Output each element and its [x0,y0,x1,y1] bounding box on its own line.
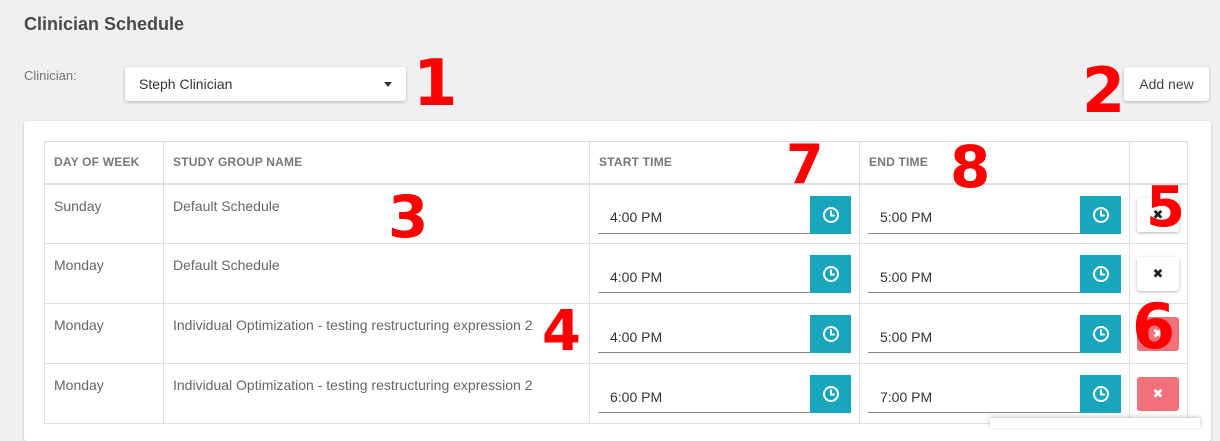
header-end-time[interactable]: END TIME [859,141,1130,185]
schedule-table: DAY OF WEEK STUDY GROUP NAME START TIME … [44,141,1188,424]
page-title: Clinician Schedule [24,14,185,34]
start-time-clock-button[interactable] [810,195,851,234]
clinician-label: Clinician: [24,68,77,83]
header-study-group-name[interactable]: STUDY GROUP NAME [163,141,590,185]
annotation-7: 7 [786,133,824,196]
clock-icon [1092,325,1110,343]
group-cell: Individual Optimization - testing restru… [163,363,590,424]
end-time-clock-button[interactable] [1080,255,1121,293]
delete-row-button[interactable]: ✖ [1137,257,1179,291]
study-group-name-text: Individual Optimization - testing restru… [173,377,533,393]
end-time-cell [859,243,1130,304]
start-time-input[interactable] [598,315,810,353]
day-cell: Sunday [44,183,164,244]
delete-row-button[interactable]: ✖ [1137,377,1179,411]
end-time-picker [868,255,1129,293]
end-time-clock-button[interactable] [1080,195,1121,234]
end-time-input[interactable] [868,195,1080,234]
day-cell: Monday [44,363,164,424]
table-row: Monday Individual Optimization - testing … [44,303,1188,364]
day-of-week-text: Monday [54,377,104,393]
study-group-name-text: Individual Optimization - testing restru… [173,317,533,333]
tooltip-popup [990,418,1200,428]
start-time-picker [598,255,859,293]
start-time-input[interactable] [598,255,810,293]
end-time-cell [859,183,1130,244]
start-time-picker [598,375,859,413]
group-cell: Default Schedule [163,183,590,244]
end-time-input[interactable] [868,315,1080,353]
day-of-week-text: Monday [54,317,104,333]
day-cell: Monday [44,243,164,304]
clock-icon [1092,265,1110,283]
end-time-cell [859,303,1130,364]
clock-icon [822,385,840,403]
day-cell: Monday [44,303,164,364]
day-of-week-text: Sunday [54,197,102,214]
end-time-clock-button[interactable] [1080,375,1121,413]
end-time-input[interactable] [868,375,1080,413]
study-group-name-text: Default Schedule [173,197,280,214]
clock-icon [1092,385,1110,403]
annotation-2: 2 [1082,54,1126,127]
annotation-3: 3 [388,183,429,251]
header-day-of-week[interactable]: DAY OF WEEK [44,141,164,185]
start-time-picker [598,195,859,234]
start-time-clock-button[interactable] [810,315,851,353]
start-time-cell [589,363,860,424]
table-row: Monday Default Schedule ✖ [44,243,1188,304]
end-time-cell [859,363,1130,424]
clock-icon [822,265,840,283]
table-header-row: DAY OF WEEK STUDY GROUP NAME START TIME … [44,141,1188,185]
end-time-clock-button[interactable] [1080,315,1121,353]
clock-icon [822,325,840,343]
close-icon: ✖ [1152,266,1164,281]
group-cell: Default Schedule [163,243,590,304]
annotation-4: 4 [542,299,581,364]
add-new-button[interactable]: Add new [1124,67,1209,101]
start-time-cell [589,303,860,364]
start-time-clock-button[interactable] [810,375,851,413]
annotation-1: 1 [413,47,458,121]
clock-icon [1092,206,1110,224]
annotation-5: 5 [1146,175,1185,240]
actions-cell: ✖ [1129,363,1188,424]
close-icon: ✖ [1152,386,1164,401]
group-cell: Individual Optimization - testing restru… [163,303,590,364]
annotation-8: 8 [950,133,991,201]
caret-down-icon [384,81,392,87]
start-time-input[interactable] [598,375,810,413]
day-of-week-text: Monday [54,257,104,273]
table-row: Monday Individual Optimization - testing … [44,363,1188,424]
end-time-picker [868,315,1129,353]
end-time-picker [868,375,1129,413]
start-time-cell [589,243,860,304]
study-group-name-text: Default Schedule [173,257,280,273]
clinician-select[interactable]: Steph Clinician [125,67,406,101]
annotation-6: 6 [1132,290,1176,363]
table-row: SundayDefault Schedule✖ [44,183,1188,244]
end-time-picker [868,195,1129,234]
start-time-clock-button[interactable] [810,255,851,293]
end-time-input[interactable] [868,255,1080,293]
clinician-select-value: Steph Clinician [139,76,233,92]
start-time-picker [598,315,859,353]
clock-icon [822,206,840,224]
start-time-input[interactable] [598,195,810,234]
